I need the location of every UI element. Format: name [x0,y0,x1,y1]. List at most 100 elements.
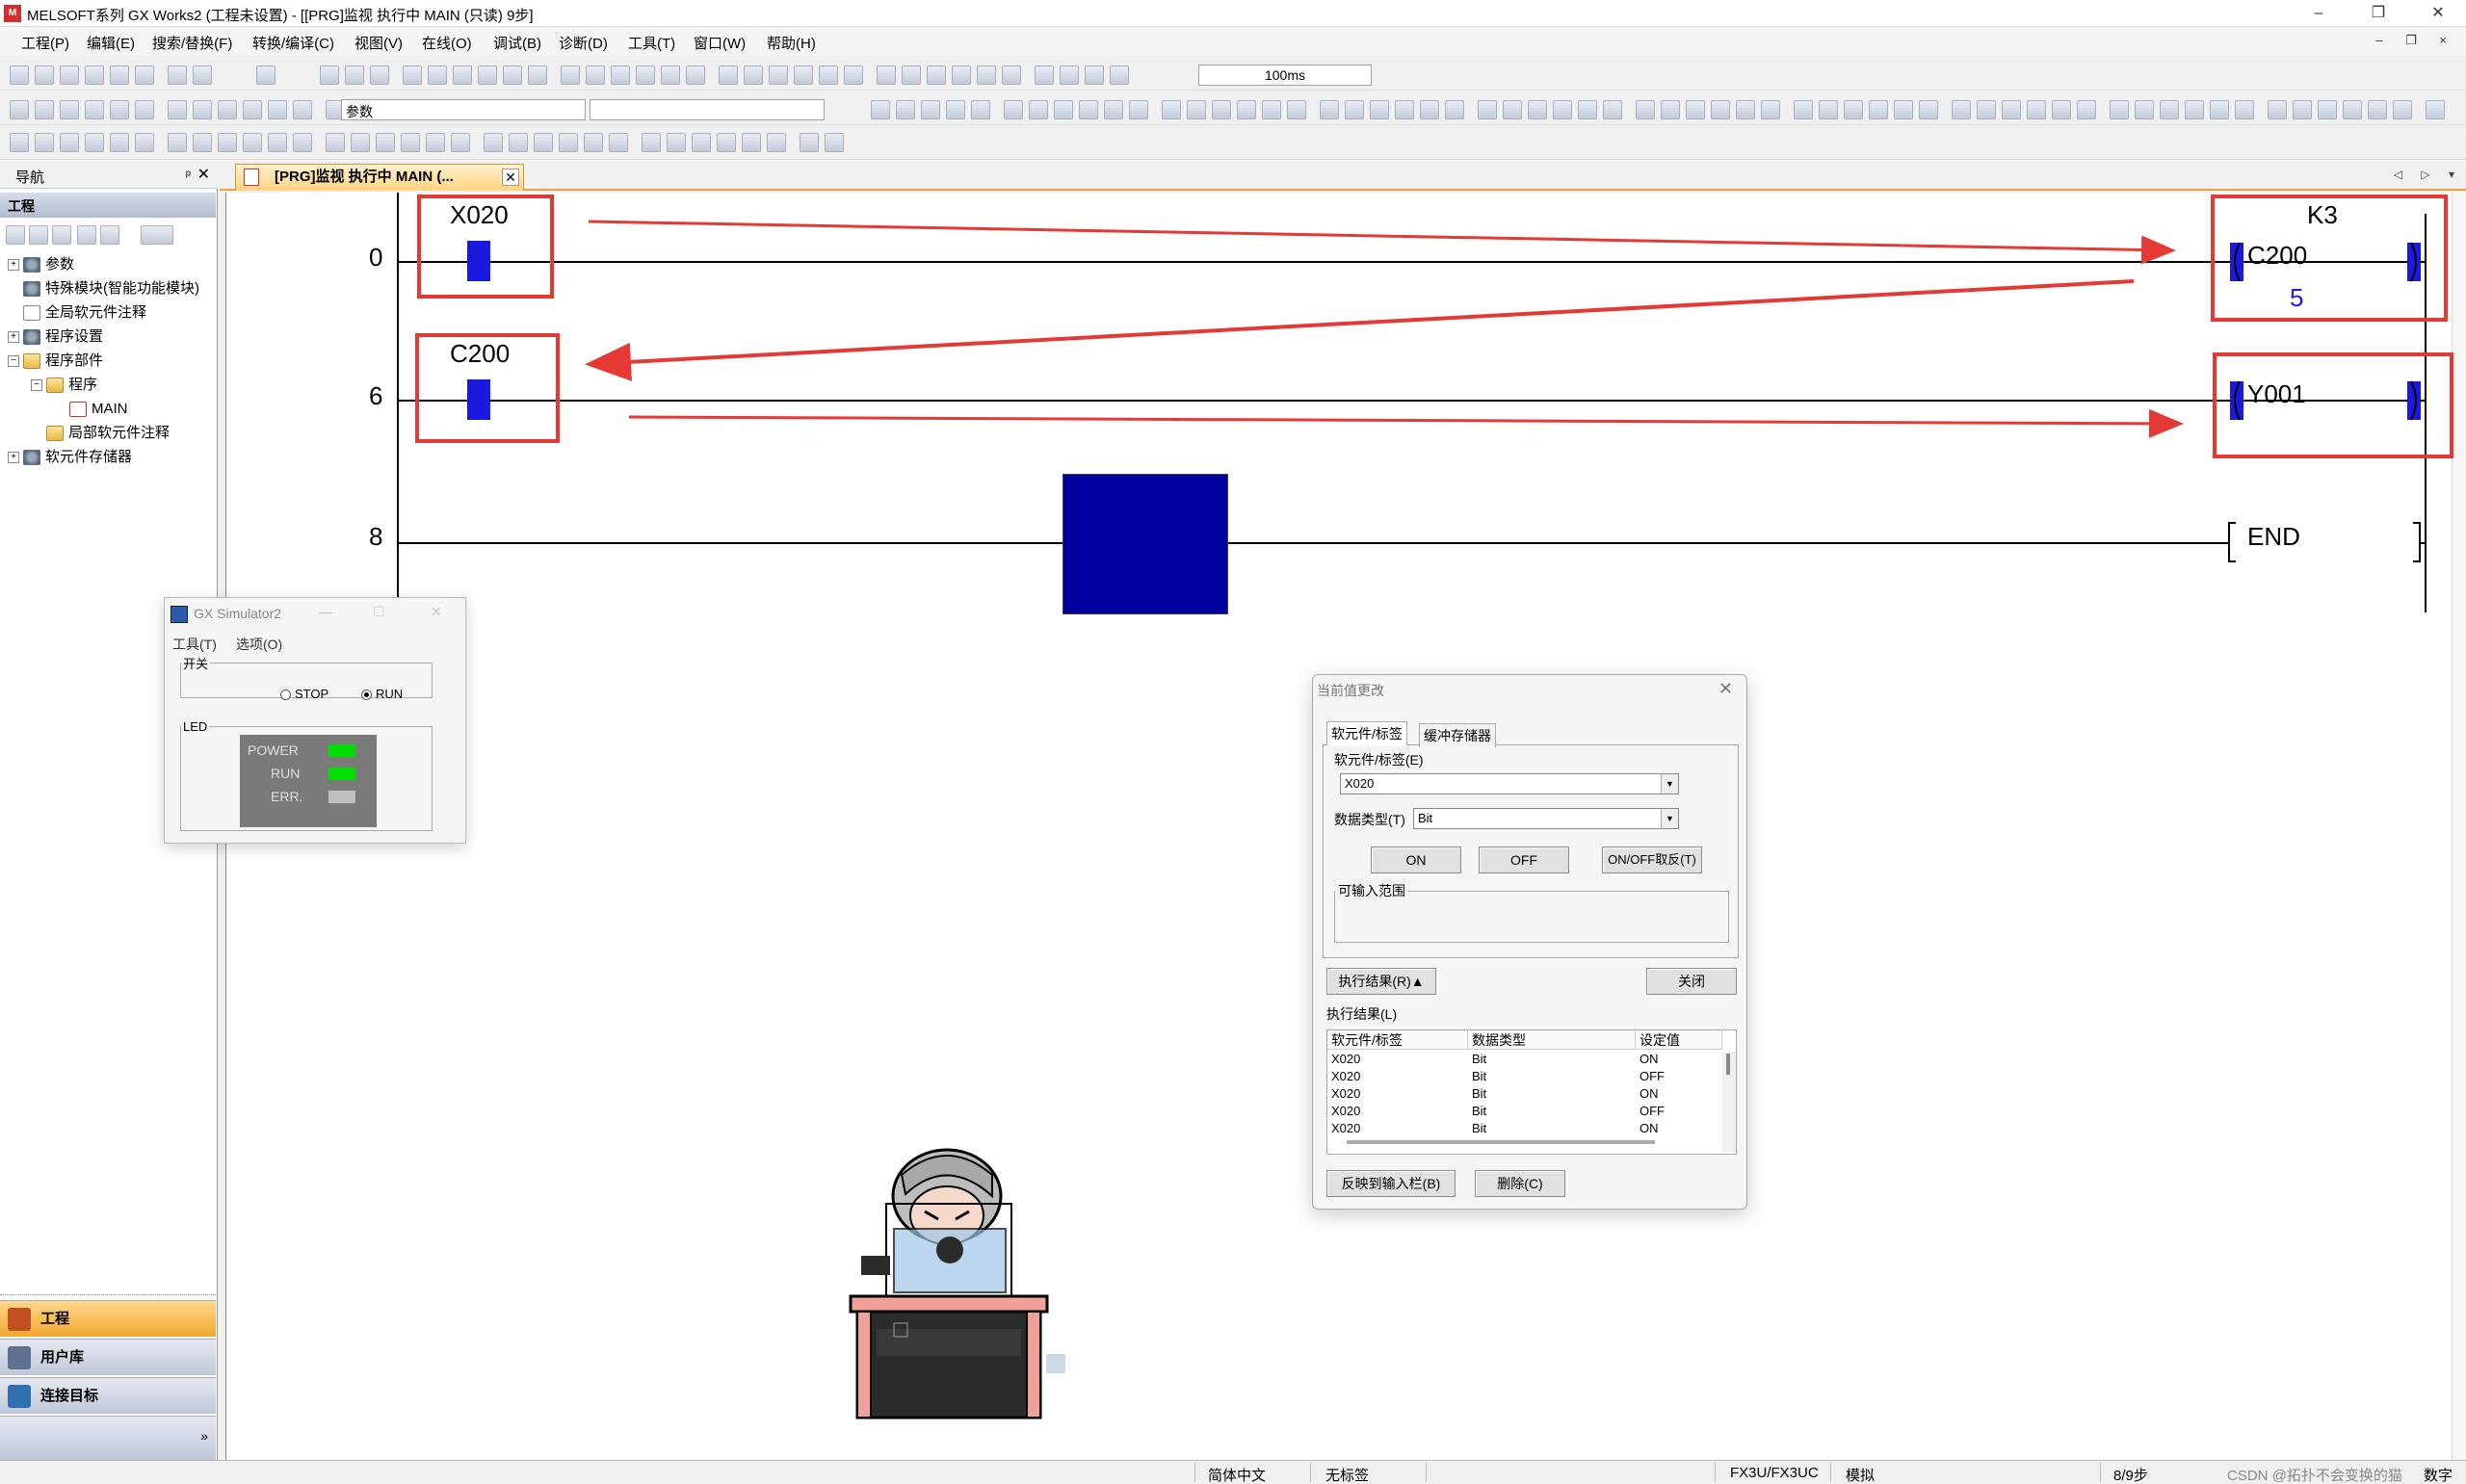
toolbar-button-icon[interactable] [717,133,736,152]
toolbar-button-icon[interactable] [586,65,605,85]
dialog-close-icon[interactable]: ✕ [1718,679,1733,699]
on-button[interactable]: ON [1371,846,1461,873]
toolbar-button-icon[interactable] [193,100,212,119]
toolbar-button-icon[interactable] [1129,100,1148,119]
toolbar-button-icon[interactable] [1345,100,1364,119]
toolbar-button-icon[interactable] [1287,100,1306,119]
property-icon[interactable] [77,225,96,245]
toolbar-button-icon[interactable] [636,65,655,85]
toolbar-button-icon[interactable] [744,65,763,85]
toggle-button[interactable]: ON/OFF取反(T) [1602,846,1702,873]
nav-tab-project[interactable]: 工程 [0,1300,216,1337]
toolbar-button-icon[interactable] [2268,100,2287,119]
toolbar-button-icon[interactable] [110,133,129,152]
simulator-menu-options[interactable]: 选项(O) [236,635,282,654]
toolbar-button-icon[interactable] [345,65,364,85]
menu-search-replace[interactable]: 搜索/替换(F) [152,33,232,53]
device-combo[interactable]: X020 ▼ [1340,773,1679,794]
toolbar-button-icon[interactable] [2235,100,2254,119]
toolbar-button-icon[interactable] [2002,100,2021,119]
menu-window[interactable]: 窗口(W) [694,33,746,53]
toolbar-button-icon[interactable] [1636,100,1655,119]
toolbar-button-icon[interactable] [1894,100,1913,119]
toolbar-button-icon[interactable] [946,100,965,119]
toolbar-button-icon[interactable] [1002,65,1021,85]
device-combo[interactable] [590,99,825,120]
toolbar-button-icon[interactable] [256,65,275,85]
toolbar-button-icon[interactable] [742,133,761,152]
toolbar-button-icon[interactable] [60,65,79,85]
toolbar-button-icon[interactable] [370,65,389,85]
nav-tab-overflow[interactable]: » [0,1416,216,1460]
toolbar-button-icon[interactable] [877,65,896,85]
toolbar-button-icon[interactable] [1035,65,1054,85]
delete-data-icon[interactable] [52,225,71,245]
toolbar-button-icon[interactable] [218,100,237,119]
toolbar-button-icon[interactable] [794,65,813,85]
toolbar-button-icon[interactable] [661,65,680,85]
toolbar-button-icon[interactable] [1420,100,1439,119]
toolbar-button-icon[interactable] [2210,100,2229,119]
off-button[interactable]: OFF [1479,846,1569,873]
toolbar-button-icon[interactable] [60,133,79,152]
toolbar-button-icon[interactable] [1212,100,1231,119]
toolbar-button-icon[interactable] [2293,100,2312,119]
toolbar-button-icon[interactable] [952,65,971,85]
toolbar-button-icon[interactable] [1844,100,1863,119]
menu-help[interactable]: 帮助(H) [767,33,816,53]
toolbar-button-icon[interactable] [767,133,786,152]
toolbar-button-icon[interactable] [35,133,54,152]
toolbar-button-icon[interactable] [2185,100,2204,119]
toolbar-button-icon[interactable] [1553,100,1572,119]
column-header-device[interactable]: 软元件/标签 [1327,1030,1468,1050]
toolbar-button-icon[interactable] [1952,100,1971,119]
toolbar-button-icon[interactable] [2135,100,2154,119]
nav-tab-library[interactable]: 用户库 [0,1339,216,1375]
menu-diagnostics[interactable]: 诊断(D) [559,33,608,53]
toolbar-button-icon[interactable] [1085,65,1104,85]
toolbar-button-icon[interactable] [428,65,447,85]
pin-icon[interactable]: ᵖ [186,167,191,182]
toolbar-button-icon[interactable] [1794,100,1813,119]
toolbar-button-icon[interactable] [1262,100,1281,119]
toolbar-button-icon[interactable] [351,133,370,152]
toolbar-button-icon[interactable] [168,133,187,152]
collapse-icon[interactable]: − [31,379,42,392]
toolbar-button-icon[interactable] [10,100,29,119]
tree-item[interactable]: 特殊模块(智能功能模块) [8,278,199,299]
table-vertical-scrollbar[interactable] [1722,1052,1736,1152]
simulator-minimize-button[interactable]: — [319,604,332,619]
toolbar-button-icon[interactable] [1370,100,1389,119]
monitor-interval-field[interactable]: 100ms [1198,65,1372,86]
toolbar-button-icon[interactable] [2368,100,2387,119]
toolbar-button-icon[interactable] [403,65,422,85]
tree-item[interactable]: MAIN [54,399,128,420]
toolbar-button-icon[interactable] [1054,100,1073,119]
toolbar-button-icon[interactable] [218,133,237,152]
toolbar-button-icon[interactable] [800,133,819,152]
tree-item[interactable]: 局部软元件注释 [31,423,170,444]
toolbar-button-icon[interactable] [2110,100,2129,119]
toolbar-button-icon[interactable] [2318,100,2337,119]
toolbar-button-icon[interactable] [1528,100,1547,119]
toolbar-button-icon[interactable] [1736,100,1755,119]
close-button[interactable]: ✕ [2416,2,2460,25]
toolbar-button-icon[interactable] [871,100,890,119]
tab-close-button[interactable]: ✕ [502,169,519,186]
toolbar-button-icon[interactable] [528,65,547,85]
toolbar-button-icon[interactable] [320,65,339,85]
table-row[interactable]: X020 Bit OFF [1327,1104,1722,1121]
table-row[interactable]: X020 Bit OFF [1327,1069,1722,1086]
toolbar-button-icon[interactable] [503,65,522,85]
tree-item[interactable]: + 软元件存储器 [8,447,132,468]
toolbar-button-icon[interactable] [1761,100,1780,119]
toolbar-button-icon[interactable] [977,65,996,85]
parameter-combo[interactable]: 参数 [341,99,586,120]
toolbar-button-icon[interactable] [1187,100,1206,119]
expand-icon[interactable]: + [8,259,19,272]
toolbar-button-icon[interactable] [135,133,154,152]
toolbar-button-icon[interactable] [971,100,990,119]
toolbar-button-icon[interactable] [268,100,287,119]
toolbar-button-icon[interactable] [85,65,104,85]
toolbar-button-icon[interactable] [561,65,580,85]
